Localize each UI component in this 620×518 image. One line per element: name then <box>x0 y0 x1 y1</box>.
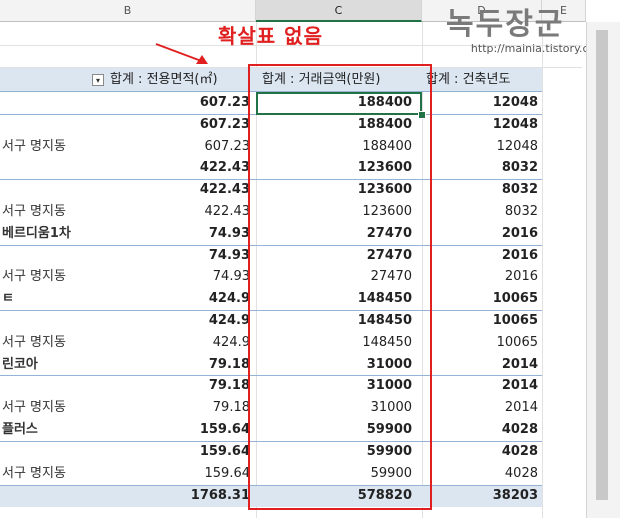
area-cell[interactable]: 424.9 <box>110 310 250 332</box>
row-label-cell[interactable]: 린코아 <box>2 354 102 376</box>
area-cell[interactable]: 74.93 <box>110 266 250 288</box>
area-cell[interactable]: 79.18 <box>110 375 250 397</box>
area-cell[interactable]: 607.23 <box>110 92 250 114</box>
grid-line <box>542 22 543 518</box>
watermark-logo: 녹두장군 <box>446 7 565 42</box>
year-cell[interactable]: 10065 <box>426 310 538 332</box>
area-cell[interactable]: 607.23 <box>110 114 250 136</box>
row-label-cell[interactable]: ㅌ <box>2 288 102 310</box>
row-label-cell[interactable] <box>2 114 102 136</box>
row-label-cell[interactable]: 플러스 <box>2 419 102 441</box>
area-cell[interactable]: 79.18 <box>110 354 250 376</box>
year-cell[interactable]: 2014 <box>426 375 538 397</box>
column-header-c[interactable]: C <box>256 0 422 22</box>
row-label-cell[interactable]: 서구 명지동 <box>2 136 102 158</box>
area-cell[interactable]: 159.64 <box>110 419 250 441</box>
year-cell[interactable]: 8032 <box>426 157 538 179</box>
row-label-cell[interactable] <box>2 375 102 397</box>
column-header-b[interactable]: B <box>0 0 256 22</box>
area-cell[interactable]: 422.43 <box>110 179 250 201</box>
annotation-arrow-icon <box>155 43 208 64</box>
highlight-box <box>248 64 432 510</box>
area-cell[interactable]: 422.43 <box>110 157 250 179</box>
row-label-cell[interactable] <box>2 441 102 463</box>
year-cell[interactable]: 2016 <box>426 245 538 267</box>
row-label-cell[interactable]: 서구 명지동 <box>2 463 102 485</box>
row-label-cell[interactable]: 서구 명지동 <box>2 266 102 288</box>
row-label-cell[interactable]: 서구 명지동 <box>2 332 102 354</box>
row-label-cell[interactable] <box>2 157 102 179</box>
year-cell[interactable]: 8032 <box>426 179 538 201</box>
watermark-url: http://mainia.tistory.com <box>470 42 606 55</box>
year-cell[interactable]: 2016 <box>426 223 538 245</box>
area-cell[interactable]: 79.18 <box>110 397 250 419</box>
year-cell[interactable]: 4028 <box>426 463 538 485</box>
watermark: 녹두장군 http://mainia.tistory.com <box>446 7 606 56</box>
year-cell[interactable]: 2016 <box>426 266 538 288</box>
year-cell[interactable]: 12048 <box>426 114 538 136</box>
row-label-cell[interactable] <box>2 179 102 201</box>
area-cell[interactable]: 74.93 <box>110 245 250 267</box>
year-cell[interactable]: 4028 <box>426 419 538 441</box>
year-cell[interactable]: 12048 <box>426 92 538 114</box>
filter-dropdown-button[interactable]: ▾ <box>92 74 104 86</box>
area-cell[interactable]: 74.93 <box>110 223 250 245</box>
spreadsheet: B C D E ▾ 합계 : 전용면적(㎡) 합계 : 거래금액(만원) 합계 … <box>0 0 620 518</box>
row-label-cell[interactable]: 베르디움1차 <box>2 223 102 245</box>
area-cell[interactable]: 424.9 <box>110 332 250 354</box>
row-label-cell[interactable]: 서구 명지동 <box>2 397 102 419</box>
annotation-text: 확살표 없음 <box>218 24 323 48</box>
row-label-cell[interactable]: 서구 명지동 <box>2 201 102 223</box>
year-cell[interactable]: 8032 <box>426 201 538 223</box>
total-year-cell[interactable]: 38203 <box>426 485 538 507</box>
scrollbar-thumb[interactable] <box>596 30 608 500</box>
row-label-cell[interactable] <box>2 92 102 114</box>
row-label-cell[interactable] <box>2 245 102 267</box>
year-cell[interactable]: 2014 <box>426 397 538 419</box>
year-cell[interactable]: 12048 <box>426 136 538 158</box>
year-cell[interactable]: 10065 <box>426 332 538 354</box>
row-label-cell[interactable] <box>2 310 102 332</box>
area-cell[interactable]: 159.64 <box>110 463 251 485</box>
pivot-header-year[interactable]: 합계 : 건축년도 <box>426 69 542 91</box>
area-cell[interactable]: 159.64 <box>110 441 250 463</box>
area-cell[interactable]: 424.9 <box>110 288 250 310</box>
area-cell[interactable]: 422.43 <box>110 201 251 223</box>
year-cell[interactable]: 2014 <box>426 354 538 376</box>
year-cell[interactable]: 4028 <box>426 441 538 463</box>
area-cell[interactable]: 607.23 <box>110 136 251 158</box>
pivot-header-area[interactable]: 합계 : 전용면적(㎡) <box>110 69 256 91</box>
total-area-cell[interactable]: 1768.31 <box>110 485 250 507</box>
year-cell[interactable]: 10065 <box>426 288 538 310</box>
